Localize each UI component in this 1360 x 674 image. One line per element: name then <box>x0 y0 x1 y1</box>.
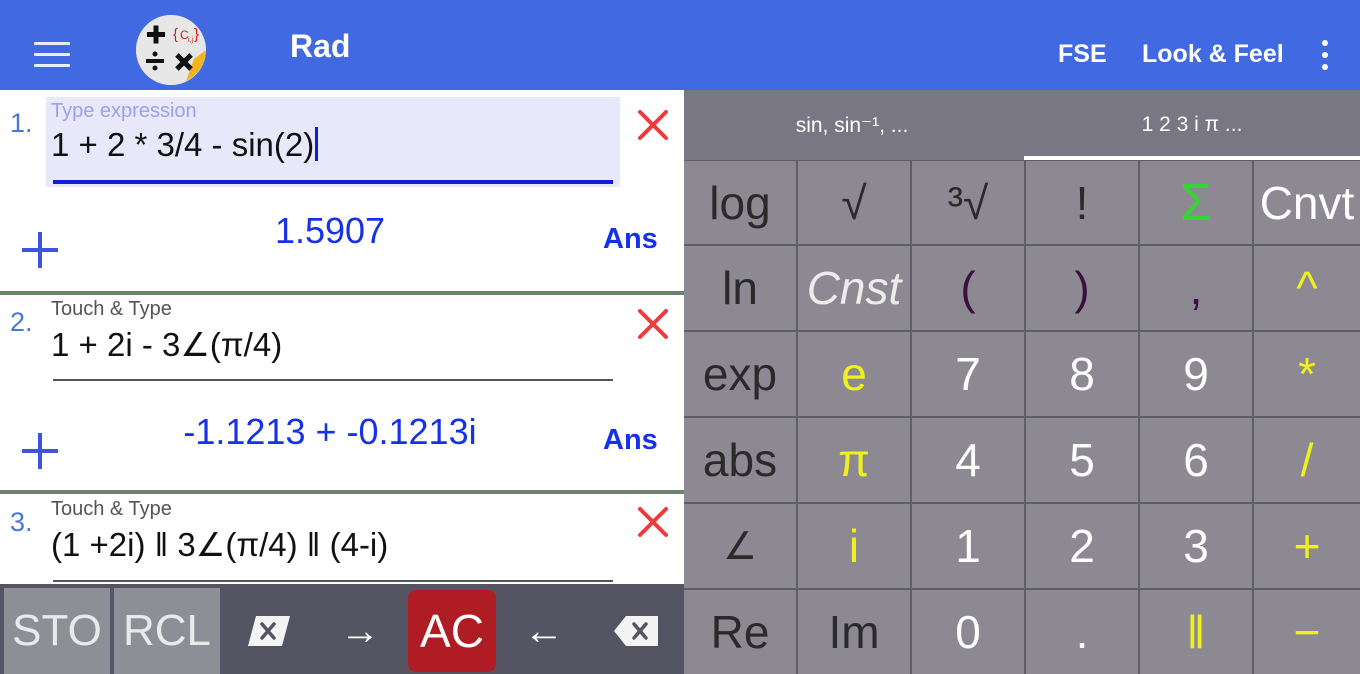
key-decimal[interactable]: . <box>1026 590 1138 674</box>
key-4[interactable]: 4 <box>912 418 1024 502</box>
key-6[interactable]: 6 <box>1140 418 1252 502</box>
expression-entry: 1. Type expression 1 + 2 * 3/4 - sin(2) … <box>0 90 684 292</box>
input-underline <box>53 379 613 381</box>
ans-button[interactable]: Ans <box>603 424 658 457</box>
key-exp[interactable]: exp <box>684 332 796 416</box>
key-plus[interactable]: + <box>1254 504 1360 588</box>
app-logo-icon: { C i,j } <box>136 15 206 85</box>
key-factorial[interactable]: ! <box>1026 161 1138 244</box>
key-parallel[interactable]: ‖ <box>1140 590 1252 674</box>
tab-numbers[interactable]: 1 2 3 i π ... <box>1024 90 1360 160</box>
key-real[interactable]: Re <box>684 590 796 674</box>
input-underline <box>53 580 613 582</box>
expression-input[interactable]: (1 +2i) ‖ 3∠(π/4) ‖ (4-i) <box>51 525 388 564</box>
text-cursor <box>315 127 319 161</box>
key-comma[interactable]: , <box>1140 246 1252 330</box>
input-underline <box>53 180 613 184</box>
key-power[interactable]: ^ <box>1254 246 1360 330</box>
result-value: -1.1213 + -0.1213i <box>183 411 477 452</box>
entry-number: 2. <box>10 307 33 337</box>
key-ln[interactable]: ln <box>684 246 796 330</box>
app-bar: { C i,j } Rad FSE Look & Feel <box>0 0 1360 90</box>
clear-entry-icon <box>248 616 290 646</box>
key-cbrt[interactable]: ³√ <box>912 161 1024 244</box>
key-7[interactable]: 7 <box>912 332 1024 416</box>
cursor-right-button[interactable]: → <box>316 588 404 674</box>
key-9[interactable]: 9 <box>1140 332 1252 416</box>
active-tab-indicator <box>1024 156 1360 160</box>
all-clear-button[interactable]: AC <box>408 590 496 672</box>
add-entry-icon[interactable] <box>20 230 60 270</box>
delete-entry-icon[interactable] <box>636 307 670 341</box>
key-1[interactable]: 1 <box>912 504 1024 588</box>
expression-input[interactable]: 1 + 2 * 3/4 - sin(2) <box>51 126 319 164</box>
input-hint: Touch & Type <box>51 298 172 320</box>
look-and-feel-menu-button[interactable]: Look & Feel <box>1142 40 1284 69</box>
entry-number: 1. <box>10 108 33 138</box>
key-5[interactable]: 5 <box>1026 418 1138 502</box>
calculator-keyboard: sin, sin⁻¹, ... 1 2 3 i π ... log √ ³√ !… <box>684 90 1360 674</box>
tab-functions[interactable]: sin, sin⁻¹, ... <box>684 90 1020 160</box>
key-multiply[interactable]: * <box>1254 332 1360 416</box>
key-sum[interactable]: Σ <box>1140 161 1252 244</box>
svg-text:i,j: i,j <box>188 37 194 44</box>
key-imag[interactable]: Im <box>798 590 910 674</box>
add-entry-icon[interactable] <box>20 431 60 471</box>
backspace-icon <box>614 616 658 646</box>
keyboard-tabs: sin, sin⁻¹, ... 1 2 3 i π ... <box>684 90 1360 160</box>
fse-menu-button[interactable]: FSE <box>1058 40 1107 69</box>
more-options-icon[interactable] <box>1318 40 1332 70</box>
key-constants[interactable]: Cnst <box>798 246 910 330</box>
sto-button[interactable]: STO <box>4 588 110 674</box>
angle-mode-label[interactable]: Rad <box>290 28 350 65</box>
key-log[interactable]: log <box>684 161 796 244</box>
key-pi[interactable]: π <box>798 418 910 502</box>
key-2[interactable]: 2 <box>1026 504 1138 588</box>
key-close-paren[interactable]: ) <box>1026 246 1138 330</box>
svg-text:}: } <box>194 26 199 43</box>
input-hint: Touch & Type <box>51 498 172 520</box>
hamburger-menu-icon[interactable] <box>34 42 70 68</box>
input-hint: Type expression <box>51 100 197 122</box>
key-8[interactable]: 8 <box>1026 332 1138 416</box>
expression-entry: 2. Touch & Type 1 + 2i - 3∠(π/4) -1.1213… <box>0 295 684 491</box>
key-minus[interactable]: − <box>1254 590 1360 674</box>
delete-entry-icon[interactable] <box>636 108 670 142</box>
key-i[interactable]: i <box>798 504 910 588</box>
edit-toolbar: STO RCL → AC ← <box>0 584 684 674</box>
expression-input[interactable]: 1 + 2i - 3∠(π/4) <box>51 325 282 364</box>
key-3[interactable]: 3 <box>1140 504 1252 588</box>
key-0[interactable]: 0 <box>912 590 1024 674</box>
key-divide[interactable]: / <box>1254 418 1360 502</box>
delete-entry-icon[interactable] <box>636 505 670 539</box>
ans-button[interactable]: Ans <box>603 223 658 256</box>
rcl-button[interactable]: RCL <box>114 588 220 674</box>
expression-entry: 3. Touch & Type (1 +2i) ‖ 3∠(π/4) ‖ (4-i… <box>0 494 684 584</box>
svg-text:{: { <box>173 26 178 43</box>
key-e[interactable]: e <box>798 332 910 416</box>
cursor-left-button[interactable]: ← <box>500 588 588 674</box>
expression-list: 1. Type expression 1 + 2 * 3/4 - sin(2) … <box>0 90 684 584</box>
clear-entry-button[interactable] <box>224 588 312 674</box>
result-value: 1.5907 <box>274 210 386 251</box>
key-convert[interactable]: Cnvt <box>1254 161 1360 244</box>
key-open-paren[interactable]: ( <box>912 246 1024 330</box>
key-sqrt[interactable]: √ <box>798 161 910 244</box>
backspace-button[interactable] <box>592 588 680 674</box>
key-abs[interactable]: abs <box>684 418 796 502</box>
key-angle[interactable]: ∠ <box>684 504 796 588</box>
entry-number: 3. <box>10 507 33 537</box>
